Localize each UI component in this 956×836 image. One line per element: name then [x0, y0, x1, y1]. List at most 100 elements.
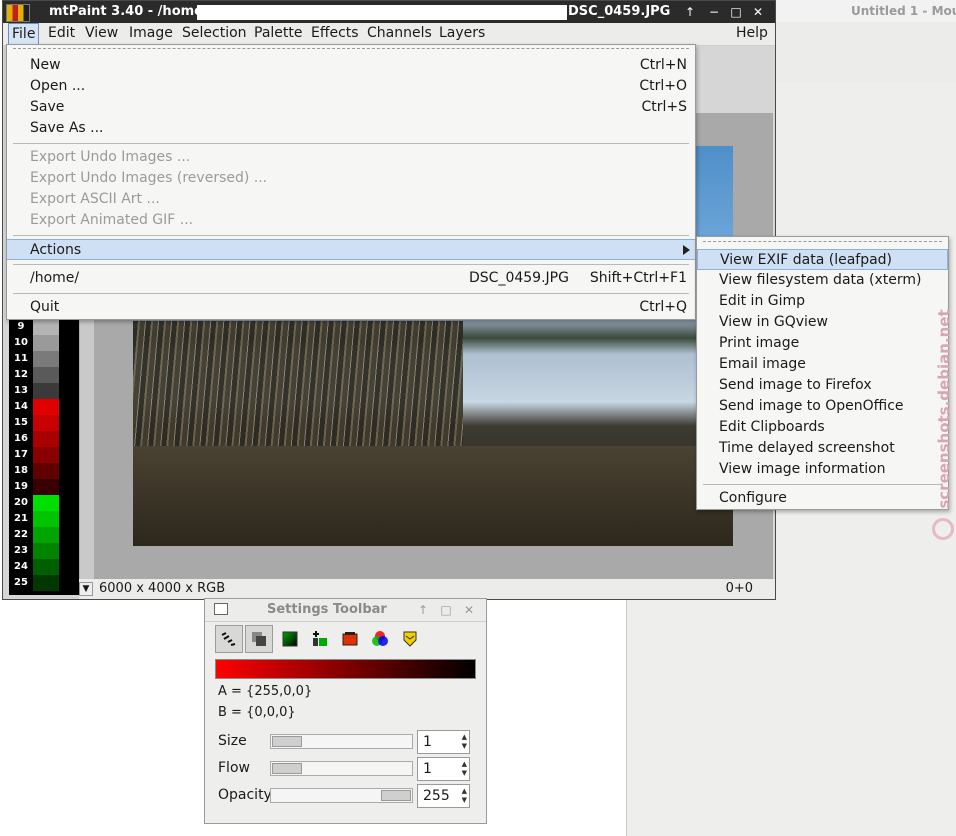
action-view-image-info[interactable]: View image information — [697, 459, 948, 480]
spin-arrows-icon[interactable]: ▲ ▼ — [462, 760, 467, 778]
palette-row[interactable]: 20 — [9, 495, 79, 511]
palette-row[interactable]: 21 — [9, 511, 79, 527]
opacity-mode-tool[interactable] — [245, 625, 273, 653]
palette-swatch[interactable] — [33, 495, 59, 511]
action-edit-clipboards[interactable]: Edit Clipboards — [697, 417, 948, 438]
title-bar[interactable]: mtPaint 3.40 - /home/ DSC_0459.JPG ↑ − □… — [3, 1, 775, 23]
menu-file[interactable]: File — [8, 23, 40, 45]
palette-row[interactable]: 15 — [9, 415, 79, 431]
palette-row[interactable]: 16 — [9, 431, 79, 447]
palette-mask — [61, 447, 79, 463]
menu-item-new[interactable]: New Ctrl+N — [7, 55, 695, 76]
tint-add-tool[interactable] — [306, 625, 334, 653]
selective-mode-tool[interactable] — [336, 625, 364, 653]
action-send-openoffice[interactable]: Send image to OpenOffice — [697, 396, 948, 417]
flow-slider[interactable] — [270, 761, 413, 776]
menu-selection[interactable]: Selection — [179, 23, 250, 45]
keep-above-button[interactable]: ↑ — [415, 602, 431, 618]
palette-swatch[interactable] — [33, 383, 59, 399]
palette-swatch[interactable] — [33, 319, 59, 335]
palette-row[interactable]: 17 — [9, 447, 79, 463]
opacity-slider[interactable] — [270, 788, 413, 803]
menu-layers[interactable]: Layers — [436, 23, 488, 45]
close-button[interactable]: ✕ — [749, 4, 767, 20]
palette-swatch[interactable] — [33, 351, 59, 367]
keep-above-button[interactable]: ↑ — [681, 4, 699, 20]
palette-swatch[interactable] — [33, 511, 59, 527]
action-view-filesystem[interactable]: View filesystem data (xterm) — [697, 270, 948, 291]
color-mode-tool[interactable] — [366, 625, 394, 653]
action-print-image[interactable]: Print image — [697, 333, 948, 354]
palette-swatch[interactable] — [33, 559, 59, 575]
settings-title: Settings Toolbar — [267, 602, 387, 617]
gradient-mode-tool[interactable] — [396, 625, 424, 653]
flow-slider-thumb[interactable] — [272, 763, 302, 774]
palette-swatch[interactable] — [33, 367, 59, 383]
size-slider[interactable] — [270, 734, 413, 749]
palette-swatch[interactable] — [33, 415, 59, 431]
menu-edit[interactable]: Edit — [45, 23, 78, 45]
maximize-button[interactable]: □ — [438, 602, 454, 618]
palette-swatch[interactable] — [33, 527, 59, 543]
action-edit-in-gimp[interactable]: Edit in Gimp — [697, 291, 948, 312]
minimize-button[interactable]: − — [705, 4, 723, 20]
maximize-button[interactable]: □ — [727, 4, 745, 20]
palette-row[interactable]: 24 — [9, 559, 79, 575]
action-configure[interactable]: Configure — [697, 488, 948, 509]
palette-row[interactable]: 13 — [9, 383, 79, 399]
palette-panel[interactable]: 9 10 11 12 13 14 15 16 17 18 19 20 21 22 23 24 25 — [9, 319, 79, 595]
palette-row[interactable]: 23 — [9, 543, 79, 559]
menu-item-quit[interactable]: Quit Ctrl+Q — [7, 297, 695, 318]
spin-arrows-icon[interactable]: ▲ ▼ — [462, 733, 467, 751]
palette-swatch[interactable] — [33, 463, 59, 479]
settings-title-bar[interactable]: Settings Toolbar ↑ □ ✕ — [205, 599, 486, 622]
palette-row[interactable]: 9 — [9, 319, 79, 335]
chevron-down-icon[interactable]: ▼ — [79, 582, 93, 596]
tearoff-line[interactable] — [13, 48, 689, 49]
palette-row[interactable]: 11 — [9, 351, 79, 367]
palette-swatch[interactable] — [33, 335, 59, 351]
menu-effects[interactable]: Effects — [308, 23, 362, 45]
color-gradient-bar[interactable] — [215, 659, 476, 679]
spin-arrows-icon[interactable]: ▲ ▼ — [462, 787, 467, 805]
size-slider-thumb[interactable] — [272, 736, 302, 747]
menu-item-open[interactable]: Open ... Ctrl+O — [7, 76, 695, 97]
action-time-delayed-screenshot[interactable]: Time delayed screenshot — [697, 438, 948, 459]
opacity-spinbox[interactable]: 255 ▲ ▼ — [417, 784, 470, 808]
action-email-image[interactable]: Email image — [697, 354, 948, 375]
palette-row[interactable]: 25 — [9, 575, 79, 591]
tint-mode-tool[interactable] — [276, 625, 304, 653]
palette-row[interactable]: 10 — [9, 335, 79, 351]
opacity-slider-thumb[interactable] — [381, 790, 411, 801]
menu-view[interactable]: View — [82, 23, 121, 45]
action-send-firefox[interactable]: Send image to Firefox — [697, 375, 948, 396]
menu-channels[interactable]: Channels — [364, 23, 435, 45]
palette-row[interactable]: 22 — [9, 527, 79, 543]
menu-item-actions[interactable]: Actions — [7, 239, 695, 260]
continuous-painting-tool[interactable] — [215, 625, 243, 653]
palette-swatch[interactable] — [33, 447, 59, 463]
palette-scrollbar[interactable] — [79, 319, 94, 595]
palette-mask — [61, 351, 79, 367]
flow-spinbox[interactable]: 1 ▲ ▼ — [417, 757, 470, 781]
size-spinbox[interactable]: 1 ▲ ▼ — [417, 730, 470, 754]
palette-row[interactable]: 19 — [9, 479, 79, 495]
tearoff-line[interactable] — [703, 241, 942, 242]
palette-swatch[interactable] — [33, 479, 59, 495]
action-view-in-gqview[interactable]: View in GQview — [697, 312, 948, 333]
palette-swatch[interactable] — [33, 543, 59, 559]
menu-image[interactable]: Image — [126, 23, 176, 45]
menu-item-recent-file[interactable]: /home/ DSC_0459.JPG Shift+Ctrl+F1 — [7, 268, 695, 289]
palette-row[interactable]: 12 — [9, 367, 79, 383]
palette-swatch[interactable] — [33, 575, 59, 591]
menu-palette[interactable]: Palette — [251, 23, 306, 45]
close-button[interactable]: ✕ — [461, 602, 477, 618]
menu-item-save-as[interactable]: Save As ... — [7, 118, 695, 139]
palette-row[interactable]: 14 — [9, 399, 79, 415]
menu-help[interactable]: Help — [733, 23, 771, 45]
palette-row[interactable]: 18 — [9, 463, 79, 479]
menu-item-save[interactable]: Save Ctrl+S — [7, 97, 695, 118]
palette-swatch[interactable] — [33, 399, 59, 415]
action-view-exif[interactable]: View EXIF data (leafpad) — [697, 249, 948, 270]
palette-swatch[interactable] — [33, 431, 59, 447]
